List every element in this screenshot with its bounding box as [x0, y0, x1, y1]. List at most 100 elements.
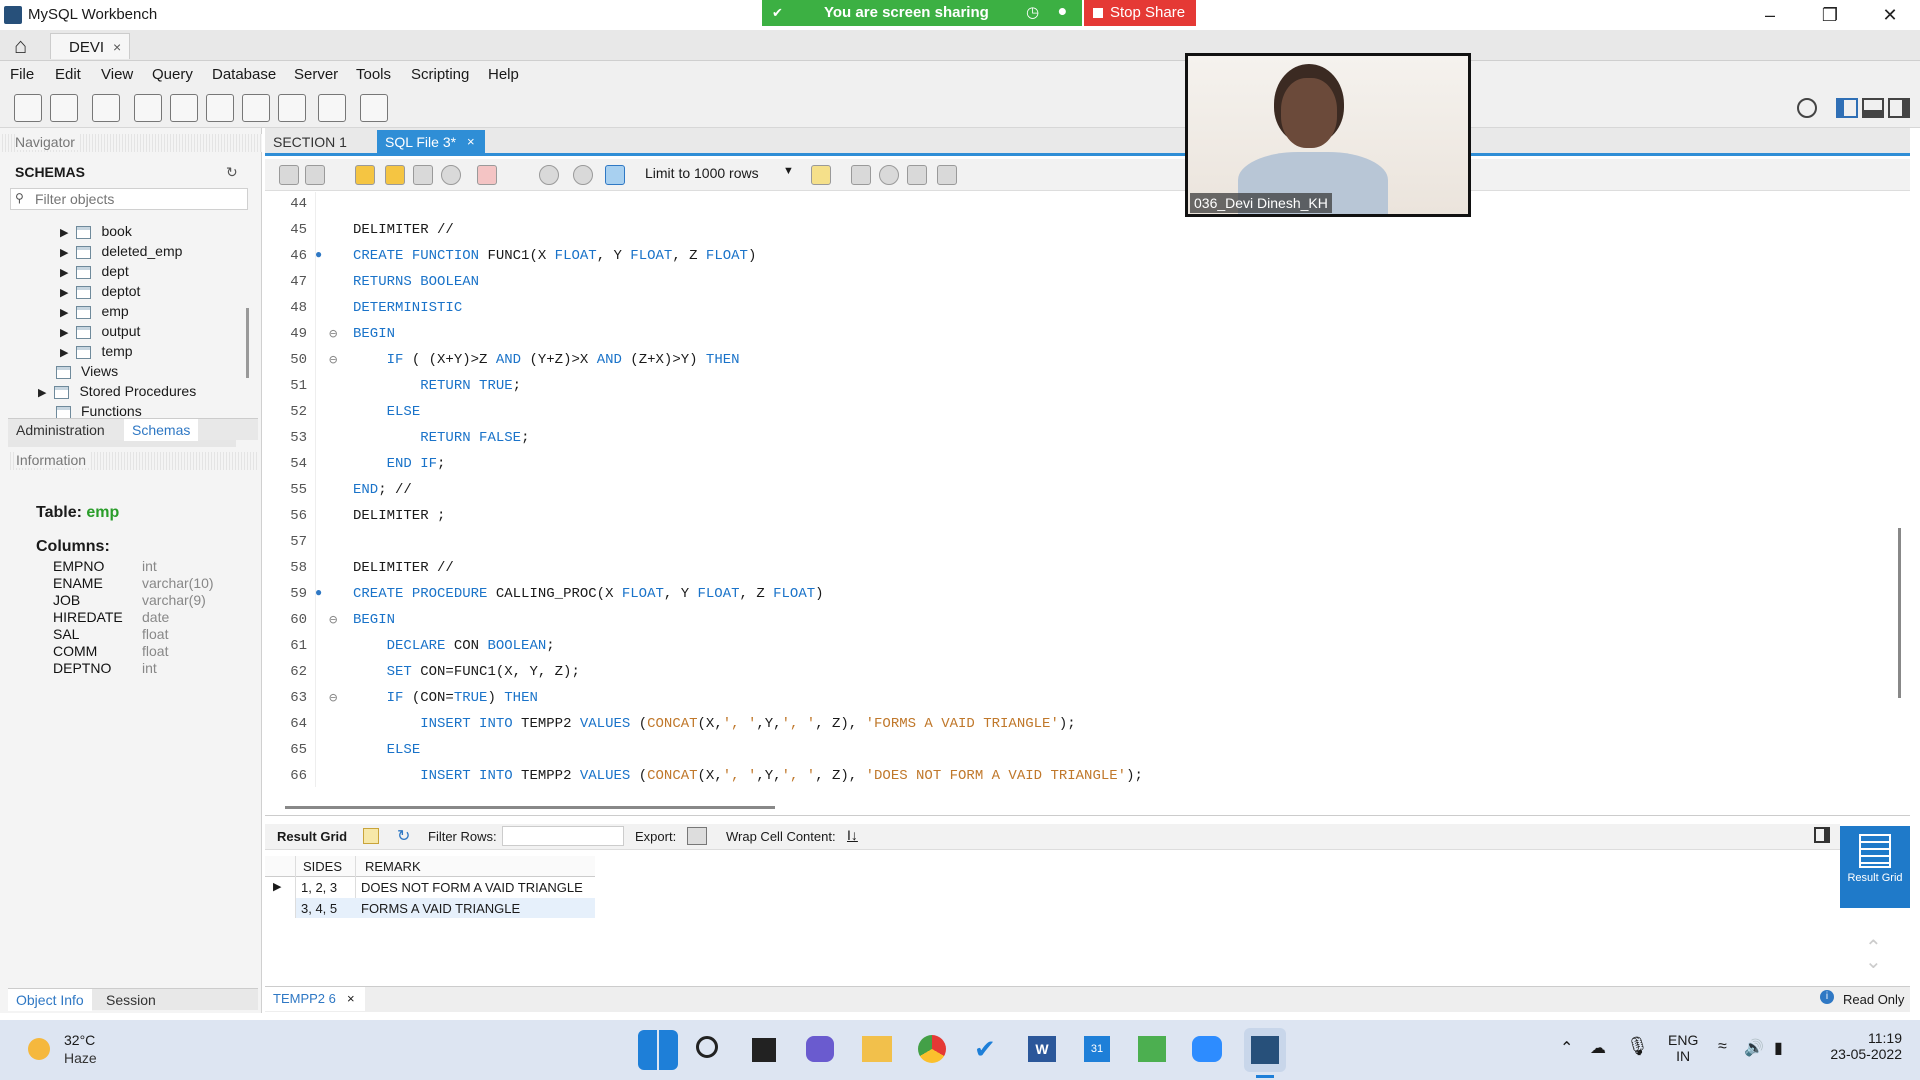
language-indicator[interactable]: ENG IN: [1668, 1032, 1698, 1064]
filter-rows-input[interactable]: [502, 826, 624, 846]
weather-icon[interactable]: [28, 1038, 50, 1060]
tab-section-1[interactable]: SECTION 1: [273, 134, 347, 150]
restore-button[interactable]: ❐: [1800, 0, 1860, 30]
search-icon[interactable]: [696, 1036, 718, 1058]
menu-view[interactable]: View: [101, 66, 133, 83]
battery-icon[interactable]: ▮: [1774, 1038, 1783, 1058]
stop-share-button[interactable]: Stop Share: [1084, 0, 1196, 26]
open-sql-script-icon[interactable]: [50, 94, 78, 122]
wifi-icon[interactable]: ≈: [1718, 1038, 1727, 1056]
menu-query[interactable]: Query: [152, 66, 193, 83]
filter-objects-field[interactable]: ⚲: [10, 188, 248, 210]
create-schema-icon[interactable]: [134, 94, 162, 122]
tab-schemas[interactable]: Schemas: [124, 419, 199, 441]
toggle-secondary-sidebar-icon[interactable]: [1888, 98, 1910, 118]
cell-remark[interactable]: DOES NOT FORM A VAID TRIANGLE: [361, 880, 583, 895]
new-sql-tab-icon[interactable]: [14, 94, 42, 122]
refresh-icon[interactable]: ↻: [226, 164, 238, 181]
create-procedure-icon[interactable]: [242, 94, 270, 122]
fold-icon[interactable]: ⊖: [329, 612, 337, 629]
column-header-sides[interactable]: SIDES: [303, 859, 342, 874]
execute-current-icon[interactable]: [385, 165, 405, 185]
open-file-icon[interactable]: [279, 165, 299, 185]
search-table-data-icon[interactable]: [318, 94, 346, 122]
create-view-icon[interactable]: [206, 94, 234, 122]
find-icon[interactable]: [879, 165, 899, 185]
schema-table-dept[interactable]: ▶ dept: [60, 261, 129, 281]
toggle-panel-icon[interactable]: [1814, 827, 1830, 843]
tab-sql-file-3[interactable]: SQL File 3* ×: [377, 130, 485, 154]
close-icon[interactable]: ×: [347, 991, 355, 1006]
wrap-cell-icon[interactable]: I↓: [847, 827, 858, 843]
fold-icon[interactable]: ⊖: [329, 326, 337, 343]
result-grid-side-button[interactable]: Result Grid: [1840, 826, 1910, 908]
toggle-sidebar-icon[interactable]: [1836, 98, 1858, 118]
schema-folder-stored-procedures[interactable]: ▶ Stored Procedures: [38, 381, 196, 401]
weather-condition[interactable]: Haze: [64, 1050, 97, 1066]
toggle-output-icon[interactable]: [1862, 98, 1884, 118]
connection-tab[interactable]: DEVI ×: [50, 33, 130, 59]
todo-icon[interactable]: ✔: [974, 1036, 1004, 1062]
menu-tools[interactable]: Tools: [356, 66, 391, 83]
add-snippet-icon[interactable]: [811, 165, 831, 185]
pin-icon[interactable]: ✔: [772, 0, 783, 26]
grid-icon[interactable]: [363, 828, 379, 844]
inspector-icon[interactable]: [92, 94, 120, 122]
create-function-icon[interactable]: [278, 94, 306, 122]
file-explorer-icon[interactable]: [862, 1036, 892, 1062]
create-table-icon[interactable]: [170, 94, 198, 122]
execute-icon[interactable]: [355, 165, 375, 185]
cell-remark[interactable]: FORMS A VAID TRIANGLE: [361, 901, 520, 916]
schema-table-deptot[interactable]: ▶ deptot: [60, 281, 140, 301]
schema-table-book[interactable]: ▶ book: [60, 221, 132, 241]
schema-table-output[interactable]: ▶ output: [60, 321, 140, 341]
close-button[interactable]: ✕: [1860, 0, 1920, 30]
close-icon[interactable]: ×: [467, 134, 475, 149]
microphone-icon[interactable]: 🎙: [1626, 1036, 1649, 1057]
explain-icon[interactable]: [413, 165, 433, 185]
save-icon[interactable]: [305, 165, 325, 185]
menu-scripting[interactable]: Scripting: [411, 66, 469, 83]
onedrive-icon[interactable]: ☁: [1590, 1038, 1606, 1058]
volume-icon[interactable]: 🔊: [1744, 1038, 1764, 1058]
menu-database[interactable]: Database: [212, 66, 276, 83]
fold-icon[interactable]: ⊖: [329, 690, 337, 707]
schema-table-deleted-emp[interactable]: ▶ deleted_emp: [60, 241, 182, 261]
clock[interactable]: 11:19 23-05-2022: [1822, 1030, 1902, 1062]
paint-icon[interactable]: [1138, 1036, 1166, 1062]
beautify-icon[interactable]: [851, 165, 871, 185]
scroll-arrows-icon[interactable]: ⌃ ⌄: [1865, 938, 1882, 972]
menu-file[interactable]: File: [10, 66, 34, 83]
filter-objects-input[interactable]: [35, 191, 240, 207]
reconnect-icon[interactable]: [360, 94, 388, 122]
code-editor[interactable]: 44 45 DELIMITER // 46 ● CREATE FUNCTION …: [265, 192, 1895, 787]
tab-object-info[interactable]: Object Info: [8, 989, 92, 1011]
schema-table-emp[interactable]: ▶ emp: [60, 301, 129, 321]
tab-tempp2-6[interactable]: TEMPP2 6 ×: [265, 987, 365, 1011]
editor-horizontal-scrollbar[interactable]: [285, 806, 775, 809]
stop-query-icon[interactable]: [441, 165, 461, 185]
chevron-up-icon[interactable]: ⌃: [1560, 1038, 1573, 1058]
zoom-icon[interactable]: [1192, 1036, 1222, 1062]
close-icon[interactable]: ×: [113, 39, 121, 55]
start-icon[interactable]: [638, 1030, 678, 1070]
tab-session[interactable]: Session: [106, 992, 156, 1008]
minimize-button[interactable]: –: [1740, 0, 1800, 30]
schema-folder-views[interactable]: Views: [56, 361, 118, 381]
navigator-scrollbar[interactable]: [246, 308, 249, 378]
tab-administration[interactable]: Administration: [16, 422, 105, 438]
limit-rows-select[interactable]: Limit to 1000 rows ▼: [645, 165, 795, 185]
cell-sides[interactable]: 1, 2, 3: [301, 880, 337, 895]
schema-table-temp[interactable]: ▶ temp: [60, 341, 133, 361]
fold-icon[interactable]: ⊖: [329, 352, 337, 369]
word-wrap-icon[interactable]: [937, 165, 957, 185]
word-icon[interactable]: W: [1028, 1036, 1056, 1062]
mysql-workbench-taskbar-item[interactable]: [1244, 1028, 1286, 1072]
settings-icon[interactable]: [1797, 98, 1817, 118]
invisible-chars-icon[interactable]: [907, 165, 927, 185]
toggle-error-icon[interactable]: [477, 165, 497, 185]
chrome-icon[interactable]: [918, 1035, 946, 1063]
export-icon[interactable]: [687, 827, 707, 845]
menu-server[interactable]: Server: [294, 66, 338, 83]
webcam-video-tile[interactable]: 036_Devi Dinesh_KH: [1185, 53, 1471, 217]
